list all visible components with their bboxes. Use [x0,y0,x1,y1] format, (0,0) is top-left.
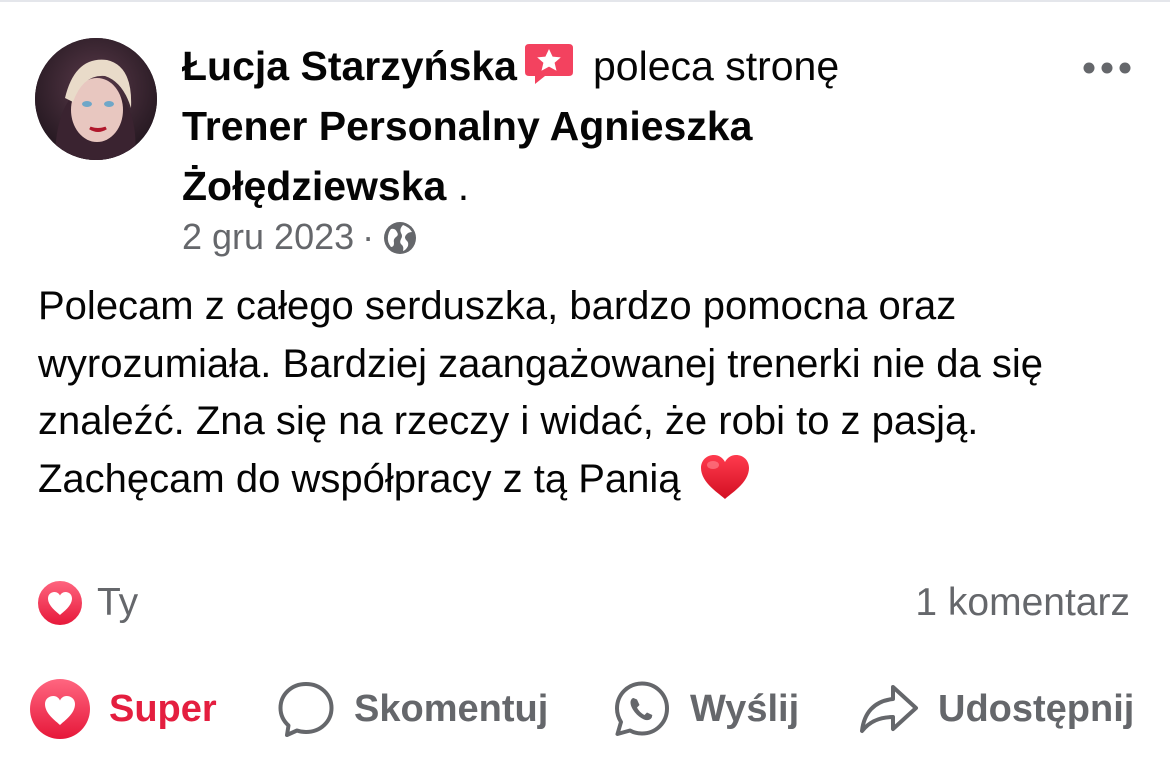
post-paragraph-text: Zachęcam do współpracy z tą Panią [38,456,681,501]
avatar-image [35,38,157,160]
action-bar: Super Skomentuj Wyślij Udostępnij [0,676,1170,742]
post-meta: 2 gru 2023 · [182,212,418,262]
comment-button[interactable]: Skomentuj [276,676,548,742]
comment-label: Skomentuj [354,687,549,730]
send-button[interactable]: Wyślij [612,676,799,742]
more-options-icon[interactable] [1082,56,1132,80]
reaction-summary[interactable]: Ty [35,578,138,628]
page-name-line2[interactable]: Żołędziewska [182,163,446,209]
post-date[interactable]: 2 gru 2023 [182,216,354,257]
recommend-star-badge-icon [523,42,575,86]
meta-separator: · [362,216,375,257]
red-heart-emoji [698,452,752,502]
super-label: Super [109,687,217,730]
post-header: Łucja Starzyńska poleca stronę Trener Pe… [182,36,1042,216]
share-arrow-icon [860,685,918,733]
globe-icon[interactable] [382,219,418,255]
love-reaction-icon [30,679,90,739]
reaction-who: Ty [97,581,139,624]
page-name[interactable]: Trener Personalny Agnieszka Żołędziewska… [182,96,1042,216]
page-name-line1[interactable]: Trener Personalny Agnieszka [182,103,752,149]
send-label: Wyślij [690,687,800,730]
author-name[interactable]: Łucja Starzyńska [182,43,517,89]
action-text: poleca stronę [593,43,840,89]
avatar[interactable] [35,38,157,160]
comment-bubble-icon [278,682,334,737]
post-body: Polecam z całego serduszka, bardzo pomoc… [38,278,1138,508]
love-reaction-icon [36,579,84,627]
share-button[interactable]: Udostępnij [858,676,1134,742]
page-name-suffix: . [446,163,470,209]
post-paragraph: Polecam z całego serduszka, bardzo pomoc… [38,284,1043,443]
share-label: Udostępnij [938,687,1135,730]
super-button[interactable]: Super [29,676,217,742]
comment-count[interactable]: 1 komentarz [915,578,1130,628]
whatsapp-icon [615,681,669,736]
top-divider [0,0,1170,2]
header-first-line: Łucja Starzyńska poleca stronę [182,36,1042,96]
post-paragraph-last: Zachęcam do współpracy z tą Panią [38,451,1138,509]
